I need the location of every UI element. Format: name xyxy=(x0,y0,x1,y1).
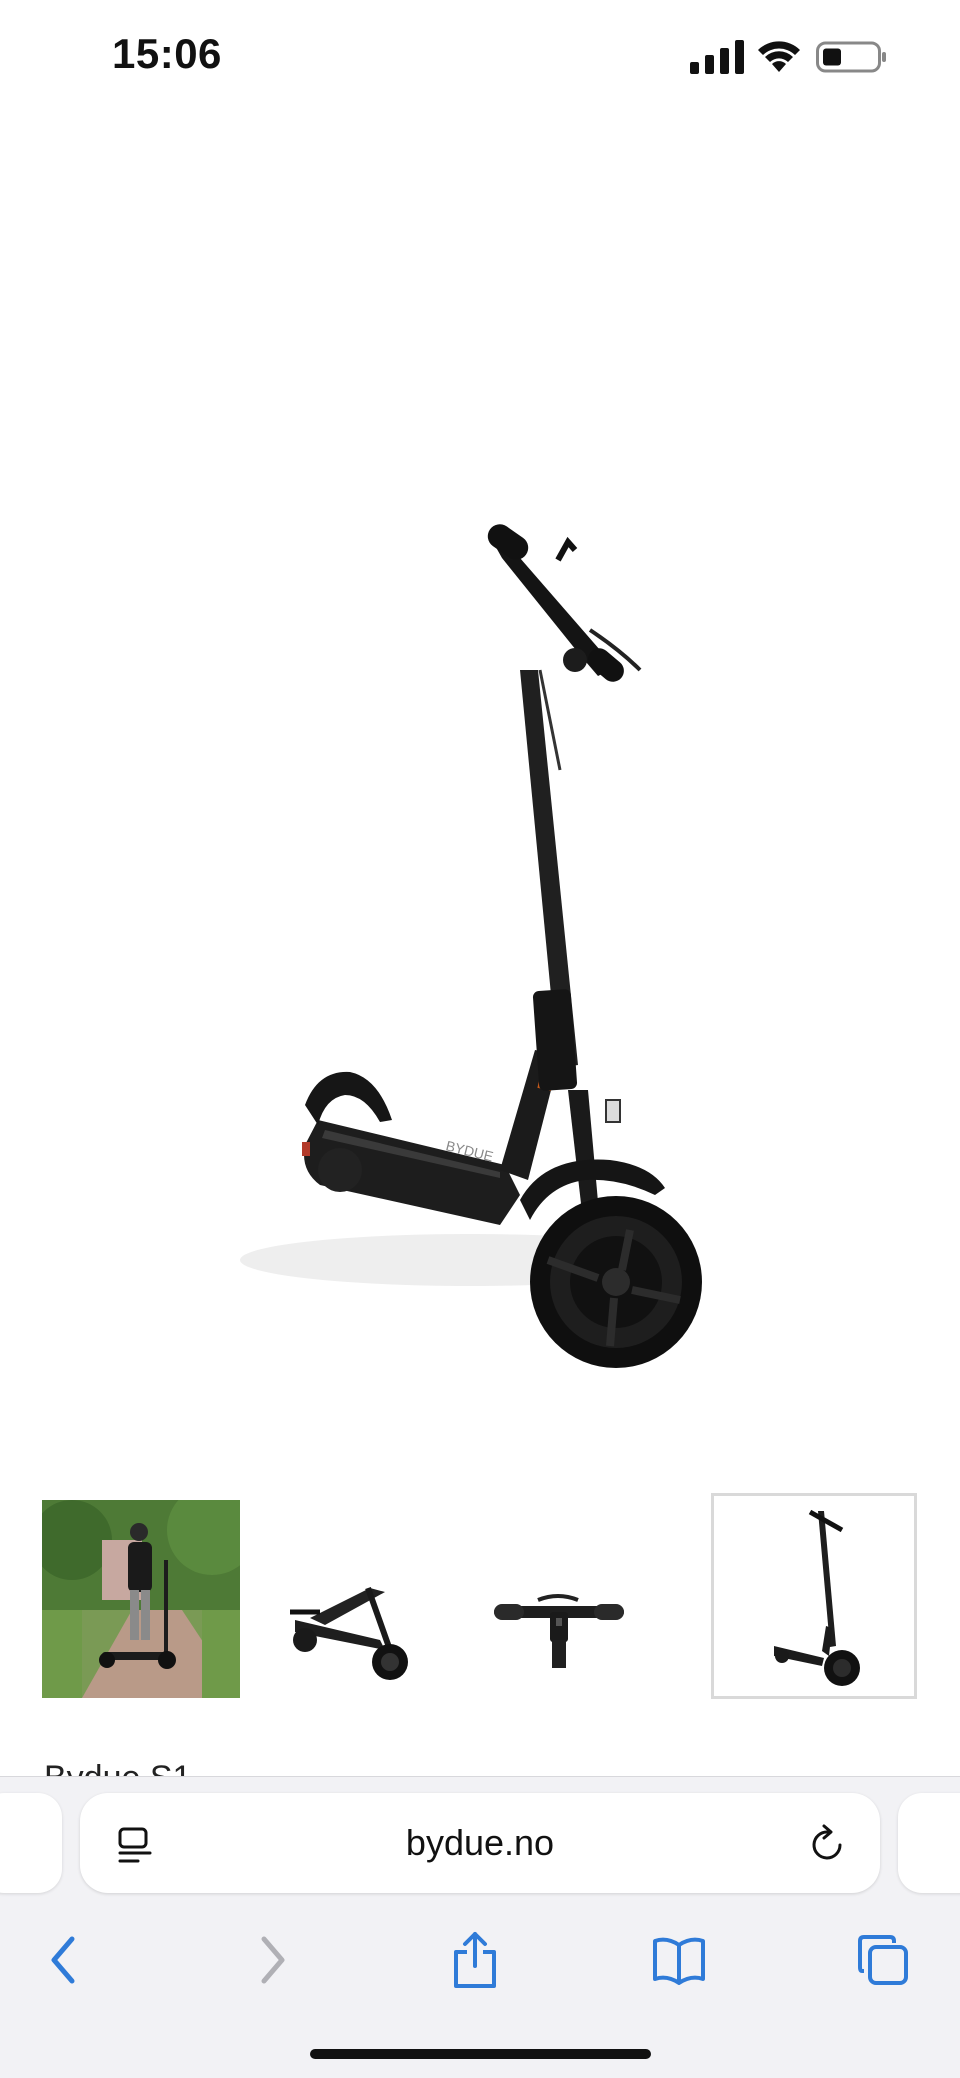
status-time: 15:06 xyxy=(112,30,222,77)
next-tab-preview[interactable] xyxy=(898,1793,960,1893)
home-indicator[interactable] xyxy=(310,2049,651,2059)
thumbnail-scooter-side[interactable] xyxy=(711,1493,917,1699)
battery-icon xyxy=(816,41,886,73)
back-chevron-icon xyxy=(51,1936,75,1984)
tabs-button[interactable] xyxy=(848,1925,918,1995)
wifi-icon xyxy=(758,41,800,72)
thumbnail-rider-in-park[interactable] xyxy=(42,1500,240,1698)
address-bar[interactable]: bydue.no xyxy=(80,1793,880,1893)
forward-chevron-icon xyxy=(261,1936,285,1984)
cellular-signal-icon xyxy=(690,40,744,74)
product-title: Bydue S1 xyxy=(44,1756,191,1776)
status-bar: 15:06 xyxy=(0,0,960,110)
product-hero-image[interactable]: BYDUE xyxy=(0,110,960,1470)
share-button[interactable] xyxy=(440,1925,510,1995)
share-icon xyxy=(454,1932,496,1988)
browser-toolbar: bydue.no xyxy=(0,1776,960,2078)
forward-button[interactable] xyxy=(238,1925,308,1995)
bookmarks-icon xyxy=(653,1937,705,1985)
back-button[interactable] xyxy=(28,1925,98,1995)
previous-tab-preview[interactable] xyxy=(0,1793,62,1893)
bookmarks-button[interactable] xyxy=(644,1925,714,1995)
thumbnail-handlebar-front[interactable] xyxy=(458,1500,656,1698)
tabs-icon xyxy=(858,1935,908,1985)
reload-icon[interactable] xyxy=(808,1823,848,1865)
url-text[interactable]: bydue.no xyxy=(80,1793,880,1893)
thumbnail-gallery xyxy=(0,1493,960,1702)
thumbnail-scooter-folded[interactable] xyxy=(250,1500,448,1698)
